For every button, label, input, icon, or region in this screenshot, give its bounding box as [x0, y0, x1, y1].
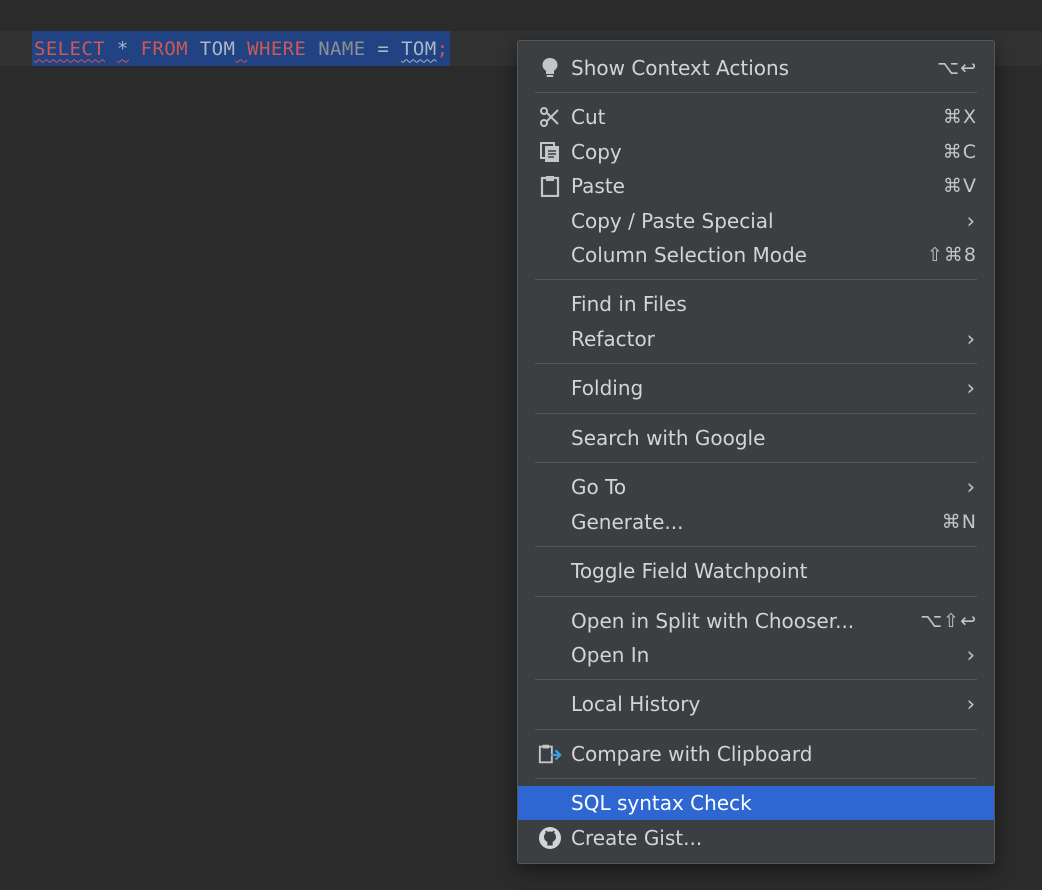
code-selection[interactable]: SELECT * FROM TOM WHERE NAME = TOM;: [32, 31, 451, 66]
menu-item-show-context-actions[interactable]: Show Context Actions ⌥↩: [518, 51, 994, 85]
menu-separator: [535, 92, 977, 93]
menu-label: Refactor: [571, 327, 655, 351]
menu-separator: [535, 778, 977, 779]
menu-label: Open In: [571, 643, 650, 667]
menu-item-open-in[interactable]: Open In ›: [518, 638, 994, 672]
menu-item-create-gist[interactable]: Create Gist...: [518, 821, 994, 855]
menu-shortcut: ⌘C: [942, 141, 977, 163]
menu-item-cut[interactable]: Cut ⌘X: [518, 100, 994, 134]
menu-item-go-to[interactable]: Go To ›: [518, 470, 994, 504]
code-token: SELECT: [34, 37, 106, 60]
menu-label: Local History: [571, 692, 701, 716]
menu-item-local-history[interactable]: Local History ›: [518, 687, 994, 721]
menu-item-generate[interactable]: Generate... ⌘N: [518, 505, 994, 539]
code-token: FROM: [140, 37, 188, 60]
menu-separator: [535, 546, 977, 547]
menu-label: Copy / Paste Special: [571, 209, 774, 233]
menu-item-paste[interactable]: Paste ⌘V: [518, 169, 994, 203]
menu-separator: [535, 279, 977, 280]
menu-label: Show Context Actions: [571, 56, 790, 80]
menu-shortcut: ⌥⇧↩: [920, 610, 977, 632]
menu-label: Column Selection Mode: [571, 243, 807, 267]
menu-separator: [535, 679, 977, 680]
menu-item-search-with-google[interactable]: Search with Google: [518, 421, 994, 455]
lightbulb-icon: [538, 56, 562, 80]
menu-item-column-selection-mode[interactable]: Column Selection Mode ⇧⌘8: [518, 238, 994, 272]
menu-shortcut: ⇧⌘8: [926, 244, 977, 266]
code-token: ;: [436, 37, 449, 60]
menu-separator: [535, 462, 977, 463]
chevron-right-icon: ›: [966, 376, 975, 400]
compare-clipboard-icon: [538, 742, 562, 766]
context-menu: Show Context Actions ⌥↩ Cut ⌘X Copy ⌘C P…: [517, 40, 995, 864]
menu-item-copy[interactable]: Copy ⌘C: [518, 135, 994, 169]
menu-item-sql-syntax-check[interactable]: SQL syntax Check: [518, 786, 994, 820]
menu-label: Folding: [571, 376, 644, 400]
menu-label: Compare with Clipboard: [571, 742, 813, 766]
chevron-right-icon: ›: [966, 327, 975, 351]
copy-icon: [538, 140, 562, 164]
menu-shortcut: ⌘V: [943, 175, 977, 197]
menu-label: Search with Google: [571, 426, 766, 450]
menu-label: Cut: [571, 105, 606, 129]
menu-separator: [535, 363, 977, 364]
menu-separator: [535, 413, 977, 414]
code-token: NAME: [318, 37, 366, 60]
menu-label: Create Gist...: [571, 826, 703, 850]
github-icon: [538, 826, 562, 850]
menu-label: Toggle Field Watchpoint: [571, 559, 808, 583]
menu-item-refactor[interactable]: Refactor ›: [518, 322, 994, 356]
menu-shortcut: ⌘N: [941, 511, 977, 533]
menu-label: Go To: [571, 475, 627, 499]
menu-separator: [535, 729, 977, 730]
menu-label: Open in Split with Chooser...: [571, 609, 855, 633]
code-token: =: [365, 37, 402, 60]
clipboard-icon: [538, 174, 562, 198]
chevron-right-icon: ›: [966, 692, 975, 716]
menu-item-copy-paste-special[interactable]: Copy / Paste Special ›: [518, 204, 994, 238]
chevron-right-icon: ›: [966, 643, 975, 667]
code-token: TOM: [401, 37, 437, 60]
menu-label: Paste: [571, 174, 625, 198]
menu-item-compare-with-clipboard[interactable]: Compare with Clipboard: [518, 737, 994, 771]
menu-item-toggle-field-watchpoint[interactable]: Toggle Field Watchpoint: [518, 554, 994, 588]
code-token: TOM: [199, 37, 236, 60]
menu-label: Copy: [571, 140, 622, 164]
menu-label: Generate...: [571, 510, 684, 534]
menu-label: Find in Files: [571, 292, 687, 316]
menu-item-open-in-split[interactable]: Open in Split with Chooser... ⌥⇧↩: [518, 604, 994, 638]
editor-code-line[interactable]: SELECT * FROM TOM WHERE NAME = TOM;: [32, 31, 451, 66]
chevron-right-icon: ›: [966, 209, 975, 233]
menu-label: SQL syntax Check: [571, 791, 752, 815]
code-token: *: [116, 37, 129, 60]
scissors-icon: [538, 105, 562, 129]
menu-separator: [535, 596, 977, 597]
menu-shortcut: ⌘X: [942, 106, 977, 128]
chevron-right-icon: ›: [966, 475, 975, 499]
code-token: WHERE: [247, 37, 307, 60]
menu-item-find-in-files[interactable]: Find in Files: [518, 287, 994, 321]
menu-shortcut: ⌥↩: [937, 57, 977, 79]
menu-item-folding[interactable]: Folding ›: [518, 371, 994, 405]
